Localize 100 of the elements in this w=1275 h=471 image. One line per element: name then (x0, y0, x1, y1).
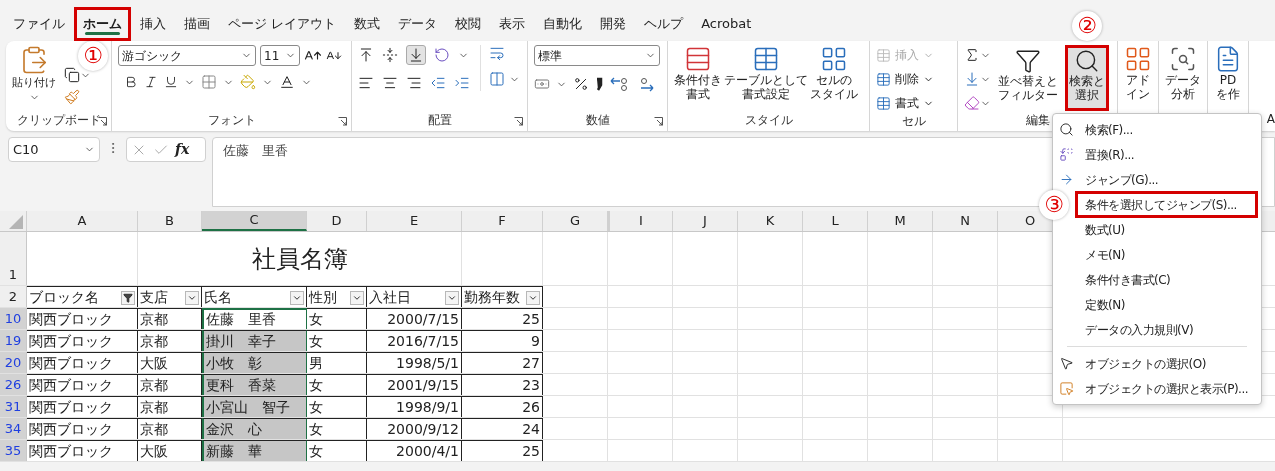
border-icon[interactable] (201, 74, 217, 90)
font-name-field[interactable]: 游ゴシック (118, 45, 256, 66)
column-header[interactable]: M (868, 211, 933, 231)
ribbon-tab[interactable]: 数式 (345, 7, 390, 41)
ribbon-tab[interactable]: 自動化 (534, 7, 592, 41)
column-header[interactable]: G (543, 211, 608, 231)
fill-color-icon[interactable] (240, 74, 256, 90)
menu-item[interactable]: オブジェクトの選択(O) (1083, 354, 1208, 373)
align-left-icon[interactable] (358, 75, 374, 91)
currency-icon[interactable] (534, 76, 550, 92)
align-right-icon[interactable] (406, 75, 422, 91)
row-header[interactable]: 35 (0, 440, 27, 461)
align-center-icon[interactable] (382, 75, 398, 91)
table-header-cell[interactable]: 性別 (307, 286, 367, 307)
column-header[interactable]: N (933, 211, 998, 231)
font-size-field[interactable]: 11 (260, 45, 300, 66)
ribbon-tab[interactable]: ホーム (74, 7, 131, 41)
sum-icon[interactable] (964, 47, 980, 63)
column-header[interactable]: E (367, 211, 462, 231)
row-header[interactable]: 10 (0, 308, 27, 329)
dialog-launcher-icon[interactable] (338, 117, 347, 126)
sort-filter-button[interactable]: 並べ替えと フィルター (994, 45, 1062, 111)
style-button[interactable]: 条件付き 書式 (674, 45, 722, 101)
menu-item[interactable]: ジャンプ(G)... (1083, 170, 1161, 189)
column-header[interactable]: L (803, 211, 868, 231)
row-header[interactable]: 26 (0, 374, 27, 395)
row-header[interactable]: 34 (0, 418, 27, 439)
style-button[interactable]: セルの スタイル (810, 45, 858, 101)
orientation-icon[interactable] (434, 47, 450, 63)
style-button[interactable]: テーブルとして 書式設定 (724, 45, 808, 101)
ribbon-tab[interactable]: 校閲 (446, 7, 491, 41)
underline-icon[interactable] (164, 75, 178, 89)
bold-icon[interactable] (124, 75, 138, 89)
menu-item[interactable]: 検索(F)... (1083, 120, 1135, 139)
wrap-text-icon[interactable] (489, 45, 505, 61)
ribbon-tab[interactable]: 表示 (490, 7, 535, 41)
ribbon-tab[interactable]: 描画 (175, 7, 219, 41)
table-header-cell[interactable]: 氏名 (202, 286, 307, 307)
row-header[interactable]: 20 (0, 352, 27, 373)
row-header[interactable]: 19 (0, 330, 27, 351)
percent-icon[interactable] (573, 76, 589, 92)
column-header[interactable]: K (738, 211, 803, 231)
filter-button[interactable] (121, 291, 135, 305)
font-color-icon[interactable] (279, 74, 295, 90)
ribbon-tab[interactable]: ページ レイアウト (219, 7, 346, 41)
menu-item[interactable]: 条件付き書式(C) (1083, 270, 1173, 289)
decrease-indent-icon[interactable] (430, 75, 446, 91)
find-select-button[interactable]: 検索と 選択 (1065, 45, 1109, 111)
menu-item[interactable]: データの入力規則(V) (1083, 320, 1196, 339)
dialog-launcher-icon[interactable] (654, 117, 663, 126)
italic-icon[interactable] (144, 75, 158, 89)
number-format-field[interactable]: 標準 (534, 45, 660, 66)
column-header[interactable]: I (608, 211, 673, 231)
merge-cells-icon[interactable] (489, 71, 505, 87)
insert-function-button[interactable]: fx (175, 139, 190, 160)
column-header[interactable]: D (307, 211, 367, 231)
table-header-cell[interactable]: 勤務年数 (462, 286, 543, 307)
pdf-button[interactable]: PD を作 (1214, 45, 1242, 131)
dialog-launcher-icon[interactable] (98, 117, 107, 126)
table-cell: 関西ブロック (27, 330, 138, 351)
table-cell: 掛川 幸子 (202, 330, 307, 351)
cell-command[interactable]: 書式 (876, 93, 934, 113)
fill-icon[interactable] (964, 71, 980, 87)
menu-item[interactable]: 置換(R)... (1083, 145, 1137, 164)
ribbon-tab[interactable]: 挿入 (131, 7, 175, 41)
row-header[interactable]: 31 (0, 396, 27, 417)
column-header[interactable]: F (462, 211, 543, 231)
menu-item[interactable]: メモ(N) (1083, 245, 1127, 264)
paste-button[interactable]: 貼り付け (12, 45, 56, 103)
align-bottom-button[interactable] (406, 45, 426, 65)
ribbon-tab[interactable]: 開発 (591, 7, 636, 41)
table-header-cell[interactable]: 入社日 (367, 286, 462, 307)
table-icon (876, 47, 891, 63)
data-analysis-button[interactable]: データ 分析 (1165, 45, 1201, 131)
dialog-launcher-icon[interactable] (514, 117, 523, 126)
menu-item[interactable]: 定数(N) (1083, 295, 1127, 314)
table-header-cell[interactable]: 支店 (138, 286, 202, 307)
menu-item[interactable]: オブジェクトの選択と表示(P)... (1083, 379, 1251, 398)
column-header[interactable]: A (27, 211, 138, 231)
column-header[interactable]: C (202, 211, 307, 231)
cell-command[interactable]: 削除 (876, 69, 934, 89)
table-cell: 23 (462, 374, 543, 395)
menu-item[interactable]: 数式(U) (1083, 220, 1127, 239)
name-box[interactable]: C10 (8, 137, 100, 162)
align-middle-icon[interactable] (382, 47, 398, 63)
table-cell: 24 (462, 418, 543, 439)
column-header[interactable]: J (673, 211, 738, 231)
ribbon-tab[interactable]: ファイル (4, 7, 74, 41)
table-header-cell[interactable]: ブロック名 (27, 286, 138, 307)
format-painter-icon[interactable] (64, 89, 80, 105)
ribbon-tab[interactable]: ヘルプ (635, 7, 693, 41)
copy-icon[interactable] (64, 67, 80, 83)
clear-icon[interactable] (964, 95, 980, 111)
ribbon-tab[interactable]: データ (389, 7, 447, 41)
align-top-icon[interactable] (358, 47, 374, 63)
row-header[interactable]: 2 (0, 286, 27, 307)
ribbon-tab[interactable]: Acrobat (692, 7, 761, 41)
row-header[interactable]: 1 (0, 232, 27, 285)
comma-style-icon[interactable] (595, 77, 603, 91)
increase-indent-icon[interactable] (454, 75, 470, 91)
